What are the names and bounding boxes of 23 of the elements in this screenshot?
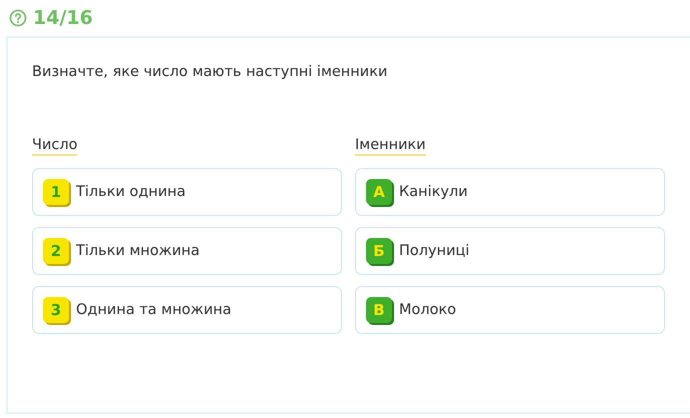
answer-option[interactable]: 1 Тільки однина	[32, 168, 342, 216]
option-badge: 2	[43, 238, 69, 264]
question-text: Визначте, яке число мають наступні іменники	[32, 64, 388, 80]
option-badge: 3	[43, 297, 69, 323]
answer-option[interactable]: В Молоко	[355, 286, 665, 334]
answer-option[interactable]: 3 Однина та множина	[32, 286, 342, 334]
answer-option[interactable]: Б Полуниці	[355, 227, 665, 275]
answer-option[interactable]: А Канікули	[355, 168, 665, 216]
option-label: Тільки однина	[76, 184, 186, 200]
option-label: Канікули	[399, 184, 468, 200]
column-heading: Число	[32, 137, 78, 156]
option-badge: А	[366, 179, 392, 205]
option-label: Полуниці	[399, 243, 470, 259]
question-counter: 14/16	[33, 7, 93, 29]
option-label: Молоко	[399, 302, 456, 318]
option-label: Однина та множина	[76, 302, 232, 318]
answer-option[interactable]: 2 Тільки множина	[32, 227, 342, 275]
option-badge: Б	[366, 238, 392, 264]
option-badge: 1	[43, 179, 69, 205]
option-badge: В	[366, 297, 392, 323]
column-heading: Іменники	[355, 137, 426, 156]
help-icon[interactable]	[9, 9, 27, 27]
option-label: Тільки множина	[76, 243, 200, 259]
